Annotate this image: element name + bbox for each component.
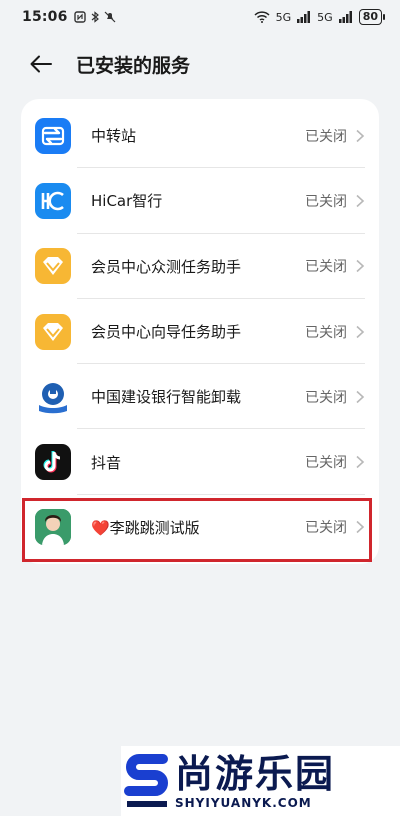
- page-title: 已安装的服务: [76, 54, 191, 77]
- service-status: 已关闭: [305, 324, 347, 341]
- signal-icon: [297, 11, 311, 23]
- service-name: 抖音: [91, 453, 122, 472]
- bluetooth-icon: [91, 11, 99, 23]
- service-name: HiCar智行: [91, 192, 163, 211]
- service-row-douyin[interactable]: 抖音 已关闭: [21, 429, 379, 496]
- member-diamond-icon: [35, 313, 71, 350]
- ccb-bank-icon: [35, 378, 71, 415]
- chevron-right-icon: [356, 521, 365, 534]
- service-row-li-tiaotiao[interactable]: ❤️李跳跳测试版 已关闭: [21, 495, 379, 560]
- chevron-right-icon: [356, 325, 365, 338]
- service-name: 中转站: [91, 127, 137, 146]
- service-status: 已关闭: [305, 193, 347, 210]
- notification-icons: [73, 11, 116, 23]
- page-header: 已安装的服务: [0, 34, 400, 94]
- watermark-cn: 尚游乐园: [175, 752, 336, 796]
- watermark-en: SHYIYUANYK.COM: [175, 796, 312, 810]
- signal-label-1: 5G: [275, 10, 292, 24]
- service-name: 中国建设银行智能卸载: [91, 388, 242, 407]
- back-arrow-icon: [30, 55, 52, 73]
- mute-icon: [104, 11, 116, 23]
- li-tiaotiao-icon: [35, 509, 71, 546]
- back-button[interactable]: [30, 49, 60, 79]
- signal-label-2: 5G: [317, 10, 333, 24]
- watermark-text: 尚游乐园 SHYIYUANYK.COM: [175, 752, 335, 810]
- transfer-station-icon: [35, 117, 71, 154]
- watermark-logo: 尚游乐园 SHYIYUANYK.COM: [121, 746, 400, 816]
- service-row-member-guide[interactable]: 会员中心向导任务助手 已关闭: [21, 299, 379, 365]
- battery-indicator: 80: [358, 9, 386, 25]
- service-status: 已关闭: [305, 389, 347, 406]
- wifi-icon: [254, 11, 270, 23]
- watermark-s-icon: [124, 754, 168, 807]
- services-list: 中转站 已关闭 HiCar智行 已关闭 会员中心众测任务助手 已关闭 会员中心向…: [21, 99, 379, 565]
- status-time: 15:06: [22, 9, 68, 25]
- chevron-right-icon: [356, 194, 365, 208]
- nfc-icon: [73, 11, 86, 23]
- service-name: 会员中心众测任务助手: [91, 257, 242, 276]
- chevron-right-icon: [356, 390, 365, 403]
- status-left: 15:06: [22, 9, 116, 25]
- status-bar: 15:06 5G 5G 80: [0, 0, 400, 34]
- status-right: 5G 5G 80: [254, 9, 386, 25]
- member-diamond-icon: [35, 248, 71, 285]
- service-status: 已关闭: [305, 520, 347, 537]
- service-status: 已关闭: [305, 259, 347, 276]
- service-row-transfer[interactable]: 中转站 已关闭: [21, 103, 379, 169]
- signal-icon-2: [338, 11, 352, 23]
- service-row-hicar[interactable]: HiCar智行 已关闭: [21, 168, 379, 234]
- service-status: 已关闭: [305, 455, 347, 472]
- service-row-member-test[interactable]: 会员中心众测任务助手 已关闭: [21, 234, 379, 300]
- service-status: 已关闭: [305, 128, 347, 145]
- chevron-right-icon: [356, 260, 365, 273]
- chevron-right-icon: [356, 456, 365, 469]
- service-row-ccb[interactable]: 中国建设银行智能卸载 已关闭: [21, 364, 379, 430]
- douyin-icon: [35, 444, 71, 481]
- service-name: ❤️李跳跳测试版: [91, 518, 200, 537]
- service-name: 会员中心向导任务助手: [91, 323, 242, 342]
- chevron-right-icon: [356, 129, 365, 142]
- hicar-icon: [35, 182, 71, 219]
